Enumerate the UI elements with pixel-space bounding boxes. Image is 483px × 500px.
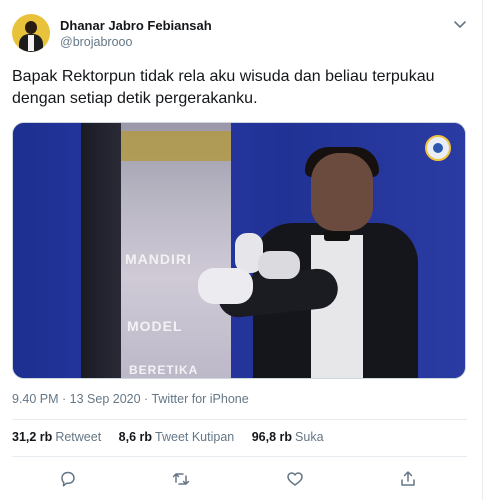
backdrop-banner: MANDIRI MODEL BERETIKA xyxy=(121,123,231,378)
tweet-card: Dhanar Jabro Febiansah @brojabrooo Bapak… xyxy=(0,0,483,500)
retweet-icon[interactable] xyxy=(170,468,192,490)
banner-text-3: BERETIKA xyxy=(129,363,199,377)
reply-icon[interactable] xyxy=(57,468,79,490)
share-icon[interactable] xyxy=(397,468,419,490)
banner-text-2: MODEL xyxy=(127,318,183,334)
stat-likes[interactable]: 96,8 rb Suka xyxy=(252,430,324,444)
like-icon[interactable] xyxy=(284,468,306,490)
tweet-media-video[interactable]: MANDIRI MODEL BERETIKA xyxy=(12,122,466,379)
avatar[interactable] xyxy=(12,14,50,52)
divider xyxy=(12,419,467,420)
tweet-timestamp[interactable]: 9.40 PM · 13 Sep 2020 · Twitter for iPho… xyxy=(12,392,249,406)
chevron-down-icon[interactable] xyxy=(452,16,468,32)
banner-text-1: MANDIRI xyxy=(125,251,192,267)
divider xyxy=(12,456,467,457)
author-name[interactable]: Dhanar Jabro Febiansah xyxy=(60,18,212,33)
university-logo-icon xyxy=(425,135,451,161)
author-handle[interactable]: @brojabrooo xyxy=(60,35,132,49)
tweet-stats: 31,2 rb Retweet 8,6 rb Tweet Kutipan 96,8 … xyxy=(12,430,338,444)
tweet-text: Bapak Rektorpun tidak rela aku wisuda da… xyxy=(12,68,435,107)
tweet-actions xyxy=(0,462,483,496)
stat-retweets[interactable]: 31,2 rb Retweet xyxy=(12,430,101,444)
stat-quote-tweets[interactable]: 8,6 rb Tweet Kutipan xyxy=(119,430,235,444)
